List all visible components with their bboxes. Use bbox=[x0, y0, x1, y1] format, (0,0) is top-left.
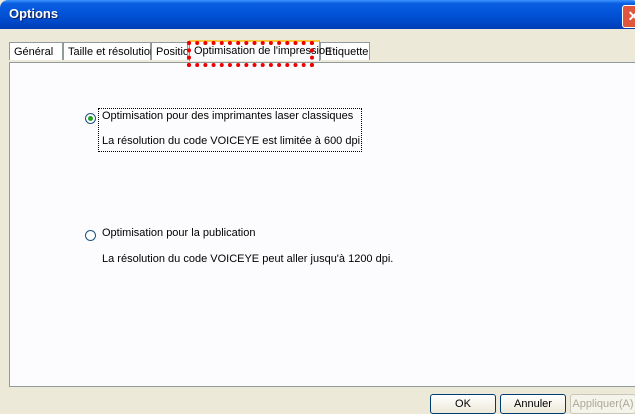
close-icon[interactable]: ✕ bbox=[622, 5, 635, 28]
window-title: Options bbox=[9, 6, 59, 21]
publication-label[interactable]: Optimisation pour la publication bbox=[102, 227, 255, 239]
radio-selected-dot bbox=[88, 116, 93, 121]
apply-button[interactable]: Appliquer(A) bbox=[570, 394, 635, 414]
dialog-body: Général Taille et résolution Position Op… bbox=[4, 29, 635, 414]
laser-printer-description: La résolution du code VOICEYE est limité… bbox=[102, 135, 364, 147]
tab-position[interactable]: Position bbox=[151, 42, 188, 60]
tab-page-optimisation: Optimisation pour des imprimantes laser … bbox=[9, 62, 635, 387]
tab-optimisation-impression[interactable]: Optimisation de l'impression bbox=[189, 40, 331, 61]
tab-taille-resolution[interactable]: Taille et résolution bbox=[63, 42, 156, 60]
ok-button[interactable]: OK bbox=[430, 394, 496, 414]
laser-printer-radio[interactable] bbox=[85, 113, 96, 124]
laser-printer-label[interactable]: Optimisation pour des imprimantes laser … bbox=[102, 110, 353, 122]
cancel-button[interactable]: Annuler bbox=[500, 394, 566, 414]
publication-description: La résolution du code VOICEYE peut aller… bbox=[102, 253, 394, 265]
options-dialog: Options ✕ Général Taille et résolution P… bbox=[0, 0, 635, 414]
tab-general[interactable]: Général bbox=[9, 42, 63, 60]
title-bar[interactable]: Options ✕ bbox=[0, 0, 635, 29]
publication-radio[interactable] bbox=[85, 230, 96, 241]
